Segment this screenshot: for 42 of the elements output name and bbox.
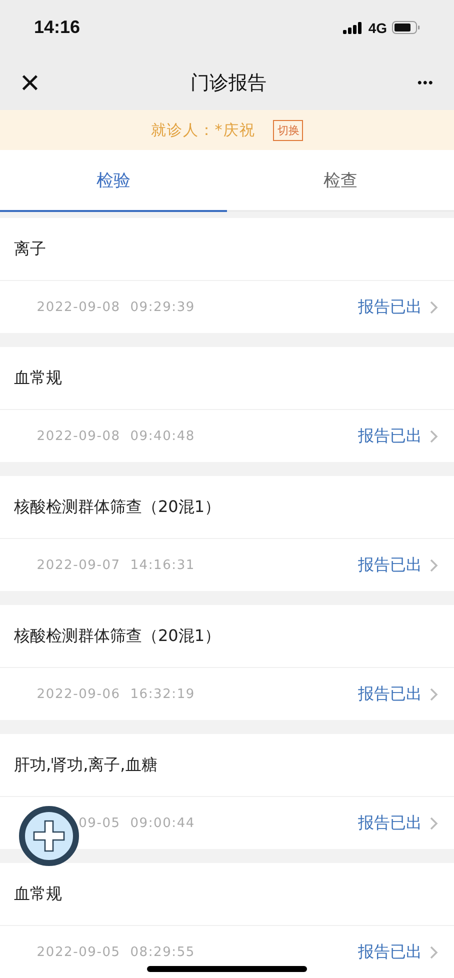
- chevron-icon: [430, 816, 438, 830]
- report-card[interactable]: 离子 2022-09-08 09:29:39 报告已出: [0, 218, 454, 333]
- network-label: 4G: [368, 20, 387, 36]
- report-status-link[interactable]: 报告已出: [358, 812, 422, 834]
- report-card[interactable]: 肝功,肾功,离子,血糖 09-05 09:00:44 报告已出: [0, 734, 454, 849]
- signal-icon: [343, 22, 364, 34]
- switch-button[interactable]: 切换: [273, 120, 304, 140]
- report-time: 2022-09-07 14:16:31: [36, 558, 195, 572]
- report-card[interactable]: 核酸检测群体筛查（20混1） 2022-09-06 16:32:19 报告已出: [0, 605, 454, 720]
- report-name: 核酸检测群体筛查（20混1）: [14, 626, 221, 646]
- more-button[interactable]: •••: [411, 75, 440, 90]
- report-card[interactable]: 血常规 2022-09-05 08:29:55 报告已出: [0, 863, 454, 978]
- report-time: 09-05 09:00:44: [78, 816, 195, 830]
- report-name: 血常规: [14, 368, 62, 388]
- chevron-icon: [430, 558, 438, 572]
- report-status-link[interactable]: 报告已出: [358, 684, 422, 704]
- report-status-link[interactable]: 报告已出: [358, 426, 422, 446]
- chevron-icon: [430, 430, 438, 442]
- plus-icon: [32, 819, 66, 853]
- report-card[interactable]: 核酸检测群体筛查（20混1） 2022-09-07 14:16:31 报告已出: [0, 476, 454, 591]
- report-time: 2022-09-08 09:40:48: [36, 428, 195, 444]
- close-button[interactable]: ×: [14, 66, 46, 100]
- report-time: 2022-09-06 16:32:19: [36, 686, 195, 702]
- report-name: 肝功,肾功,离子,血糖: [14, 754, 158, 776]
- report-status-link[interactable]: 报告已出: [358, 296, 422, 318]
- chevron-icon: [430, 946, 438, 958]
- report-time: 2022-09-05 08:29:55: [36, 944, 195, 960]
- status-time: 14:16: [34, 17, 80, 38]
- patient-label: 就诊人：*庆祝: [150, 120, 256, 140]
- chevron-icon: [430, 300, 438, 314]
- report-name: 核酸检测群体筛查（20混1）: [14, 496, 221, 518]
- report-name: 血常规: [14, 884, 62, 904]
- report-name: 离子: [14, 238, 46, 260]
- report-status-link[interactable]: 报告已出: [358, 554, 422, 576]
- tab[interactable]: 检验: [0, 150, 227, 212]
- battery-icon: [392, 21, 420, 34]
- report-status-link[interactable]: 报告已出: [358, 942, 422, 962]
- tab[interactable]: 检查: [227, 150, 454, 212]
- chevron-icon: [430, 688, 438, 700]
- report-time: 2022-09-08 09:29:39: [36, 300, 195, 314]
- report-card[interactable]: 血常规 2022-09-08 09:40:48 报告已出: [0, 347, 454, 462]
- page-title: 门诊报告: [190, 70, 267, 96]
